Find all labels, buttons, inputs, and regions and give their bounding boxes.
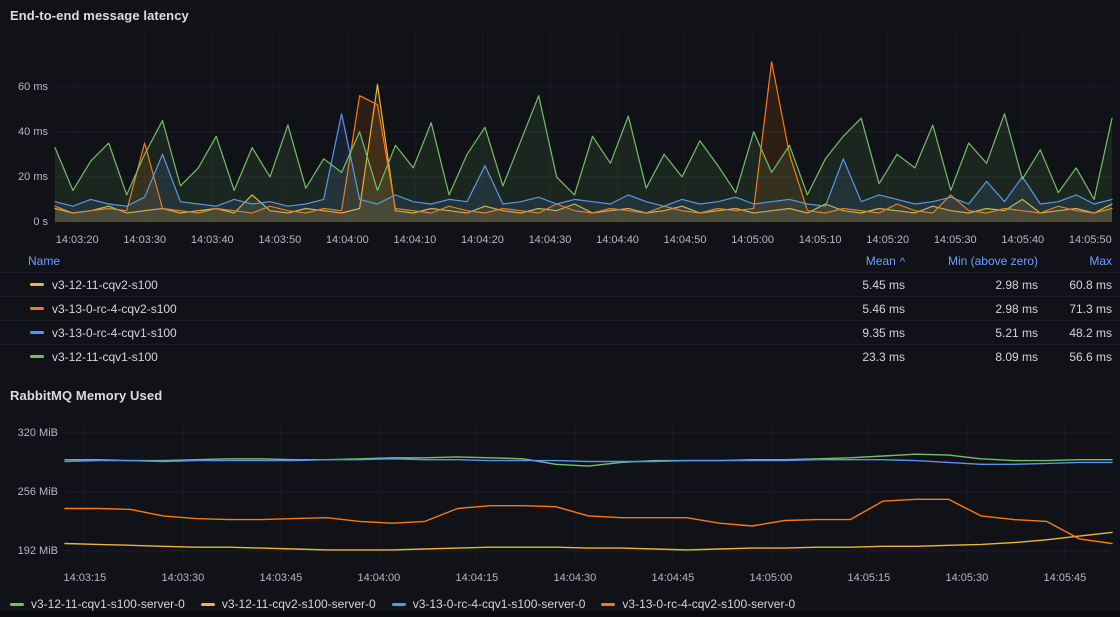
table-row: v3-13-0-rc-4-cqv1-s100 9.35 ms5.21 ms48.2… <box>0 320 1120 344</box>
min-value: 5.21 ms <box>905 326 1038 340</box>
x-axis-tick-label: 14:03:15 <box>53 571 117 585</box>
table-header-row: Name Mean^ Min (above zero) Max <box>0 250 1120 272</box>
x-axis-tick-label: 14:04:15 <box>445 571 509 585</box>
column-header-mean-label: Mean <box>866 254 896 268</box>
x-axis-tick-label: 14:05:00 <box>721 233 785 247</box>
series-color-icon <box>30 355 44 358</box>
series-line <box>65 499 1112 543</box>
legend-item[interactable]: v3-12-11-cqv2-s100-server-0 <box>201 597 376 611</box>
legend-series-name: v3-12-11-cqv1-s100-server-0 <box>31 597 185 611</box>
series-name: v3-12-11-cqv2-s100 <box>52 278 158 292</box>
legend-item[interactable]: v3-13-0-rc-4-cqv2-s100-server-0 <box>601 597 795 611</box>
x-axis-tick-label: 14:04:10 <box>383 233 447 247</box>
window-bottom-edge <box>0 611 1120 617</box>
min-value: 2.98 ms <box>905 278 1038 292</box>
panel-title[interactable]: End-to-end message latency <box>10 8 189 23</box>
latency-legend-table: Name Mean^ Min (above zero) Max v3-12-11… <box>0 250 1120 368</box>
memory-plot-area[interactable] <box>65 421 1112 561</box>
x-axis-tick-label: 14:04:30 <box>543 571 607 585</box>
x-axis-tick-label: 14:05:00 <box>739 571 803 585</box>
series-line <box>65 532 1112 550</box>
max-value: 48.2 ms <box>1038 326 1112 340</box>
x-axis-tick-label: 14:05:15 <box>837 571 901 585</box>
x-axis-tick-label: 14:04:00 <box>347 571 411 585</box>
table-row: v3-13-0-rc-4-cqv2-s100 5.46 ms2.98 ms71.3… <box>0 296 1120 320</box>
x-axis-tick-label: 14:04:40 <box>586 233 650 247</box>
x-axis-tick-label: 14:03:20 <box>45 233 109 247</box>
latency-table-body: v3-12-11-cqv2-s1005.45 ms2.98 ms60.8 msv… <box>0 272 1120 368</box>
x-axis-tick-label: 14:03:30 <box>113 233 177 247</box>
min-value: 2.98 ms <box>905 302 1038 316</box>
panel-title[interactable]: RabbitMQ Memory Used <box>10 388 162 403</box>
x-axis-tick-label: 14:04:00 <box>315 233 379 247</box>
min-value: 8.09 ms <box>905 350 1038 364</box>
x-axis-tick-label: 14:03:40 <box>180 233 244 247</box>
legend-item[interactable]: v3-12-11-cqv1-s100-server-0 <box>10 597 185 611</box>
series-color-icon <box>201 603 215 606</box>
series-name: v3-12-11-cqv1-s100 <box>52 350 158 364</box>
legend-series-name: v3-13-0-rc-4-cqv2-s100-server-0 <box>622 597 795 611</box>
series-color-icon <box>601 603 615 606</box>
mean-value: 23.3 ms <box>755 350 905 364</box>
legend-item[interactable]: v3-13-0-rc-4-cqv1-s100-server-0 <box>392 597 586 611</box>
series-name: v3-13-0-rc-4-cqv1-s100 <box>52 326 177 340</box>
memory-legend: v3-12-11-cqv1-s100-server-0 v3-12-11-cqv2… <box>10 597 795 611</box>
max-value: 71.3 ms <box>1038 302 1112 316</box>
max-value: 56.6 ms <box>1038 350 1112 364</box>
mean-value: 5.45 ms <box>755 278 905 292</box>
column-header-mean[interactable]: Mean^ <box>755 254 905 268</box>
x-axis-tick-label: 14:05:30 <box>923 233 987 247</box>
series-color-icon <box>30 283 44 286</box>
y-axis-tick-label: 192 MiB <box>0 544 58 558</box>
legend-series-name: v3-12-11-cqv2-s100-server-0 <box>222 597 376 611</box>
y-axis-tick-label: 20 ms <box>0 170 48 184</box>
series-name-cell[interactable]: v3-12-11-cqv2-s100 <box>30 278 755 292</box>
x-axis-tick-label: 14:04:45 <box>641 571 705 585</box>
x-axis-tick-label: 14:04:50 <box>653 233 717 247</box>
x-axis-tick-label: 14:03:45 <box>249 571 313 585</box>
y-axis-tick-label: 40 ms <box>0 125 48 139</box>
x-axis-tick-label: 14:04:20 <box>450 233 514 247</box>
series-color-icon <box>30 331 44 334</box>
series-color-icon <box>30 307 44 310</box>
x-axis-tick-label: 14:05:40 <box>991 233 1055 247</box>
x-axis-tick-label: 14:04:30 <box>518 233 582 247</box>
x-axis-tick-label: 14:05:10 <box>788 233 852 247</box>
y-axis-tick-label: 60 ms <box>0 80 48 94</box>
series-name-cell[interactable]: v3-13-0-rc-4-cqv1-s100 <box>30 326 755 340</box>
table-row: v3-12-11-cqv1-s100 23.3 ms8.09 ms56.6 ms <box>0 344 1120 368</box>
x-axis-tick-label: 14:05:45 <box>1033 571 1097 585</box>
series-name-cell[interactable]: v3-12-11-cqv1-s100 <box>30 350 755 364</box>
series-name: v3-13-0-rc-4-cqv2-s100 <box>52 302 177 316</box>
series-color-icon <box>10 603 24 606</box>
grid-lines <box>65 421 1112 561</box>
x-axis-tick-label: 14:05:50 <box>1058 233 1120 247</box>
x-axis-tick-label: 14:05:30 <box>935 571 999 585</box>
table-row: v3-12-11-cqv2-s100 5.45 ms2.98 ms60.8 ms <box>0 272 1120 296</box>
column-header-min[interactable]: Min (above zero) <box>905 254 1038 268</box>
column-header-name[interactable]: Name <box>28 254 755 268</box>
legend-series-name: v3-13-0-rc-4-cqv1-s100-server-0 <box>413 597 586 611</box>
mean-value: 9.35 ms <box>755 326 905 340</box>
x-axis-tick-label: 14:03:50 <box>248 233 312 247</box>
series-name-cell[interactable]: v3-13-0-rc-4-cqv2-s100 <box>30 302 755 316</box>
series-color-icon <box>392 603 406 606</box>
mean-value: 5.46 ms <box>755 302 905 316</box>
y-axis-tick-label: 256 MiB <box>0 485 58 499</box>
y-axis-tick-label: 0 s <box>0 215 48 229</box>
series-area <box>55 96 1112 222</box>
y-axis-tick-label: 320 MiB <box>0 426 58 440</box>
latency-plot-area[interactable] <box>55 28 1112 222</box>
x-axis-tick-label: 14:03:30 <box>151 571 215 585</box>
max-value: 60.8 ms <box>1038 278 1112 292</box>
column-header-max[interactable]: Max <box>1038 254 1112 268</box>
x-axis-tick-label: 14:05:20 <box>856 233 920 247</box>
